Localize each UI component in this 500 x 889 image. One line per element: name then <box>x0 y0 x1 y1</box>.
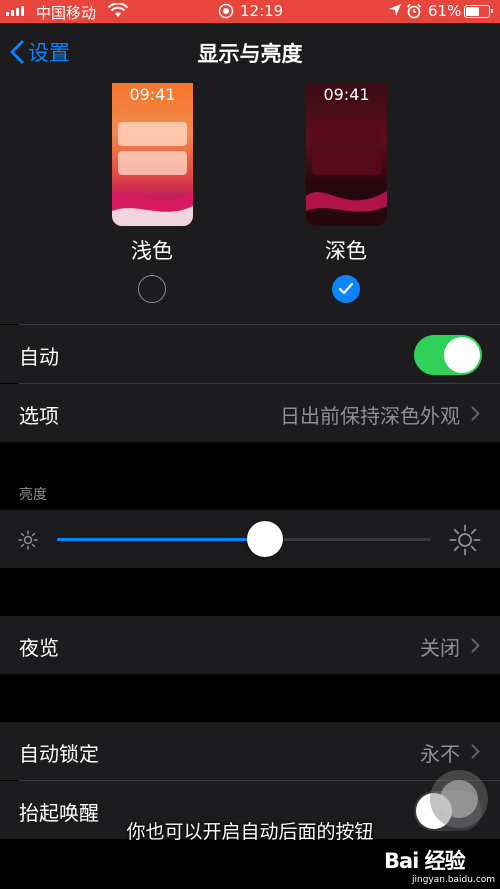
preview-card <box>118 151 187 175</box>
sun-large-icon <box>449 524 481 556</box>
night-shift-label: 夜览 <box>19 636 59 660</box>
wallpaper-wave-icon <box>112 191 193 226</box>
options-row[interactable]: 选项 日出前保持深色外观 <box>0 384 500 442</box>
light-mode-preview[interactable]: 09:41 <box>112 83 193 226</box>
watermark-url: jingyan.baidu.com <box>412 875 496 885</box>
wifi-icon <box>107 2 129 22</box>
automatic-toggle[interactable] <box>414 335 482 375</box>
chevron-right-icon <box>471 406 480 421</box>
cellular-signal-icon <box>6 6 24 16</box>
battery-percent: 61% <box>428 2 462 20</box>
brightness-slider-thumb[interactable] <box>246 521 283 557</box>
navigation-bar: 设置 显示与亮度 <box>0 23 500 84</box>
dark-mode-preview[interactable]: 09:41 <box>306 83 387 226</box>
automatic-row: 自动 <box>0 325 500 383</box>
page-title: 显示与亮度 <box>197 42 303 66</box>
location-arrow-icon <box>388 3 402 21</box>
auto-lock-label: 自动锁定 <box>19 742 99 766</box>
baidu-watermark: Bai 经验 jingyan.baidu.com <box>384 845 495 885</box>
brightness-header: 亮度 <box>19 487 47 503</box>
alarm-clock-icon <box>406 3 422 23</box>
brightness-track[interactable] <box>57 538 431 541</box>
preview-card <box>312 151 381 175</box>
video-caption: 你也可以开启自动后面的按钮 <box>126 821 374 843</box>
appearance-section: 09:41 09:41 浅色 深色 <box>0 83 500 324</box>
chevron-right-icon <box>471 638 480 653</box>
automatic-label: 自动 <box>19 345 59 369</box>
auto-lock-row[interactable]: 自动锁定 永不 <box>0 722 500 780</box>
brightness-row <box>0 510 500 568</box>
options-value: 日出前保持深色外观 <box>280 404 460 428</box>
night-shift-value: 关闭 <box>420 636 460 660</box>
night-shift-row[interactable]: 夜览 关闭 <box>0 616 500 674</box>
light-mode-radio[interactable] <box>138 275 166 303</box>
carrier-name: 中国移动 <box>36 4 97 22</box>
chevron-right-icon <box>471 744 480 759</box>
light-mode-label: 浅色 <box>131 239 173 263</box>
preview-card <box>312 122 381 146</box>
sun-small-icon <box>18 530 38 550</box>
dark-mode-label: 深色 <box>325 239 367 263</box>
preview-card <box>118 122 187 146</box>
status-bar: 中国移动 12:19 61% <box>0 0 500 23</box>
checkmark-icon <box>338 282 354 295</box>
screen-recording-icon <box>218 3 234 23</box>
options-label: 选项 <box>19 404 59 428</box>
wallpaper-wave-icon <box>306 191 387 226</box>
auto-lock-value: 永不 <box>420 742 460 766</box>
preview-time: 09:41 <box>323 85 370 104</box>
preview-time: 09:41 <box>129 85 176 104</box>
battery-charging-icon <box>464 5 493 18</box>
watermark-brand: Bai 经验 <box>384 849 466 873</box>
dark-mode-radio[interactable] <box>332 275 360 303</box>
status-time: 12:19 <box>240 2 284 20</box>
